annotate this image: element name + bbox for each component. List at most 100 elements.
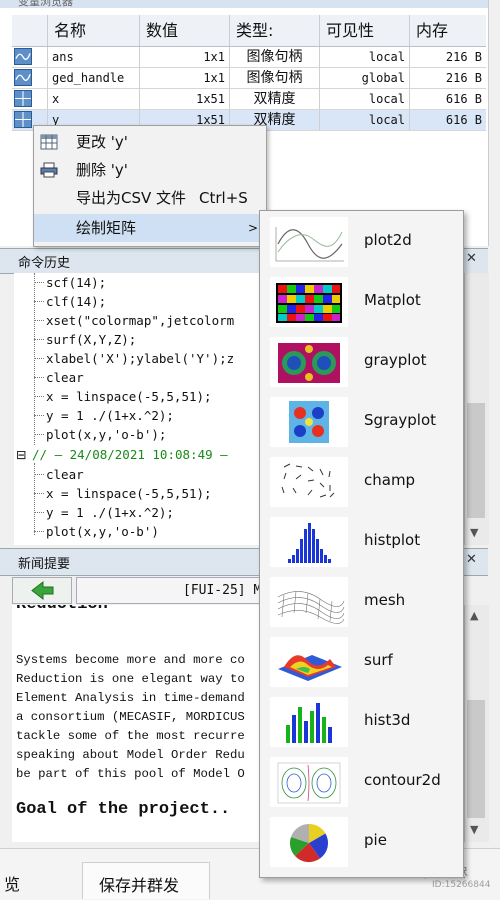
close-icon[interactable]: ✕ — [466, 552, 477, 567]
news-goal-heading: Goal of the project.. — [16, 800, 231, 819]
var-visibility: local — [320, 47, 410, 67]
column-header-value[interactable]: 数值 — [140, 15, 230, 46]
var-memory: 616 B — [445, 92, 482, 106]
news-scrollbar-thumb[interactable] — [467, 700, 485, 818]
hist3d-thumbnail-icon — [270, 697, 348, 747]
var-name: x — [48, 89, 140, 109]
history-entry[interactable]: clear — [46, 368, 84, 387]
save-and-broadcast-tab[interactable]: 保存并群发 — [82, 862, 210, 899]
news-text-line: Reduction is one elegant way to — [16, 672, 245, 686]
history-entry[interactable]: xset("colormap",jetcolorm — [46, 311, 234, 330]
var-value: 1x1 — [140, 68, 230, 88]
column-header-type[interactable]: 类型: — [230, 15, 320, 46]
news-text-line: tackle some of the most recurre — [16, 729, 245, 743]
matplot-thumbnail-icon — [270, 277, 348, 327]
news-heading: Reduction — [16, 605, 108, 614]
grayplot-thumbnail-icon — [270, 337, 348, 387]
pie-thumbnail-icon — [270, 817, 348, 867]
bottom-left-text: 览 — [4, 875, 21, 894]
news-nav-title[interactable]: [FUI-25] M — [76, 577, 276, 604]
plot-submenu: plot2d Matplot grayplot Sgrayplot champ … — [259, 210, 464, 878]
icon-column-header — [12, 15, 48, 46]
variable-browser-title: 变量浏览器 — [0, 0, 500, 8]
scroll-down-icon[interactable]: ▼ — [470, 823, 478, 836]
history-entry[interactable]: y = 1 ./(1+x.^2); — [46, 406, 174, 425]
menu-item-plot-matrix[interactable]: 绘制矩阵 > — [34, 214, 266, 242]
table-row[interactable]: x 1x51 双精度 local 616 B — [12, 89, 486, 110]
history-entry[interactable]: scf(14); — [46, 273, 106, 292]
close-icon[interactable]: ✕ — [466, 251, 477, 266]
submenu-arrow-icon: > — [247, 221, 258, 235]
sgrayplot-thumbnail-icon — [270, 397, 348, 447]
var-memory: 216 B — [445, 50, 482, 64]
submenu-item-plot2d[interactable]: plot2d — [260, 213, 463, 271]
var-type: 双精度 — [230, 89, 320, 109]
submenu-item-hist3d[interactable]: hist3d — [260, 693, 463, 751]
history-entry[interactable]: xlabel('X');ylabel('Y');z — [46, 349, 234, 368]
history-entry[interactable]: clear — [46, 465, 84, 484]
news-content: Reduction Systems become more and more c… — [12, 605, 264, 842]
vb-right-edge — [488, 0, 500, 246]
news-text-line: speaking about Model Order Redu — [16, 748, 245, 762]
history-scrollbar-thumb[interactable] — [467, 403, 485, 518]
history-entry[interactable]: plot(x,y,'o-b'); — [46, 425, 166, 444]
var-memory: 216 B — [445, 71, 482, 85]
menu-item-edit[interactable]: 更改 'y' — [34, 128, 266, 156]
news-text-line: be part of this pool of Model O — [16, 767, 245, 781]
submenu-item-champ[interactable]: champ — [260, 453, 463, 511]
mesh-thumbnail-icon — [270, 577, 348, 627]
news-text-line: Systems become more and more co — [16, 653, 245, 667]
column-header-name[interactable]: 名称 — [48, 15, 140, 46]
context-menu: 更改 'y' 删除 'y' 导出为CSV 文件 Ctrl+S 绘制矩阵 > — [33, 125, 267, 247]
submenu-item-contour2d[interactable]: contour2d — [260, 753, 463, 811]
history-scrollbar[interactable]: ▼ — [464, 273, 489, 545]
watermark-id: ID:15266844 — [432, 880, 491, 890]
arrow-left-icon — [31, 580, 54, 601]
menu-item-delete[interactable]: 删除 'y' — [34, 156, 266, 184]
var-visibility: global — [320, 68, 410, 88]
var-name: ged_handle — [48, 68, 140, 88]
table-row[interactable]: ans 1x1 图像句柄 local 216 B — [12, 47, 486, 68]
submenu-item-pie[interactable]: pie — [260, 813, 463, 871]
table-icon — [40, 134, 58, 150]
back-button[interactable] — [12, 577, 72, 604]
history-session-header[interactable]: // — 24/08/2021 10:08:49 — — [32, 445, 228, 464]
matrix-icon — [14, 111, 32, 128]
var-visibility: local — [320, 110, 410, 130]
surf-thumbnail-icon — [270, 637, 348, 687]
history-entry[interactable]: clf(14); — [46, 292, 106, 311]
histplot-thumbnail-icon — [270, 517, 348, 567]
news-text-line: Element Analysis in time-demand — [16, 691, 245, 705]
var-type: 图像句柄 — [230, 47, 320, 67]
command-history-title: 命令历史 — [18, 256, 71, 271]
history-entry[interactable]: plot(x,y,'o-b') — [46, 522, 159, 541]
graphics-handle-icon — [14, 48, 32, 65]
scroll-up-icon[interactable]: ▲ — [470, 609, 478, 622]
submenu-item-sgrayplot[interactable]: Sgrayplot — [260, 393, 463, 451]
scroll-down-icon[interactable]: ▼ — [470, 526, 478, 539]
matrix-icon — [14, 90, 32, 107]
table-row[interactable]: ged_handle 1x1 图像句柄 global 216 B — [12, 68, 486, 89]
submenu-item-matplot[interactable]: Matplot — [260, 273, 463, 331]
news-scrollbar[interactable]: ▲ ▼ — [464, 605, 489, 842]
var-name: ans — [48, 47, 140, 67]
history-entry[interactable]: y = 1 ./(1+x.^2); — [46, 503, 174, 522]
submenu-item-surf[interactable]: surf — [260, 633, 463, 691]
submenu-item-mesh[interactable]: mesh — [260, 573, 463, 631]
column-header-visibility[interactable]: 可见性 — [320, 15, 410, 46]
history-entry[interactable]: surf(X,Y,Z); — [46, 330, 136, 349]
submenu-item-grayplot[interactable]: grayplot — [260, 333, 463, 391]
news-feed-title: 新闻提要 — [18, 557, 71, 572]
graphics-handle-icon — [14, 69, 32, 86]
contour2d-thumbnail-icon — [270, 757, 348, 807]
column-header-memory[interactable]: 内存 — [410, 15, 486, 46]
var-visibility: local — [320, 89, 410, 109]
menu-item-export-csv[interactable]: 导出为CSV 文件 Ctrl+S — [34, 184, 266, 212]
tab-label: 保存并群发 — [99, 876, 180, 895]
submenu-item-histplot[interactable]: histplot — [260, 513, 463, 571]
history-entry[interactable]: x = linspace(-5,5,51); — [46, 387, 212, 406]
collapse-toggle-icon[interactable]: ⊟ — [16, 445, 26, 464]
var-type: 图像句柄 — [230, 68, 320, 88]
variable-table-header: 名称 数值 类型: 可见性 内存 — [12, 15, 486, 47]
history-entry[interactable]: x = linspace(-5,5,51); — [46, 484, 212, 503]
